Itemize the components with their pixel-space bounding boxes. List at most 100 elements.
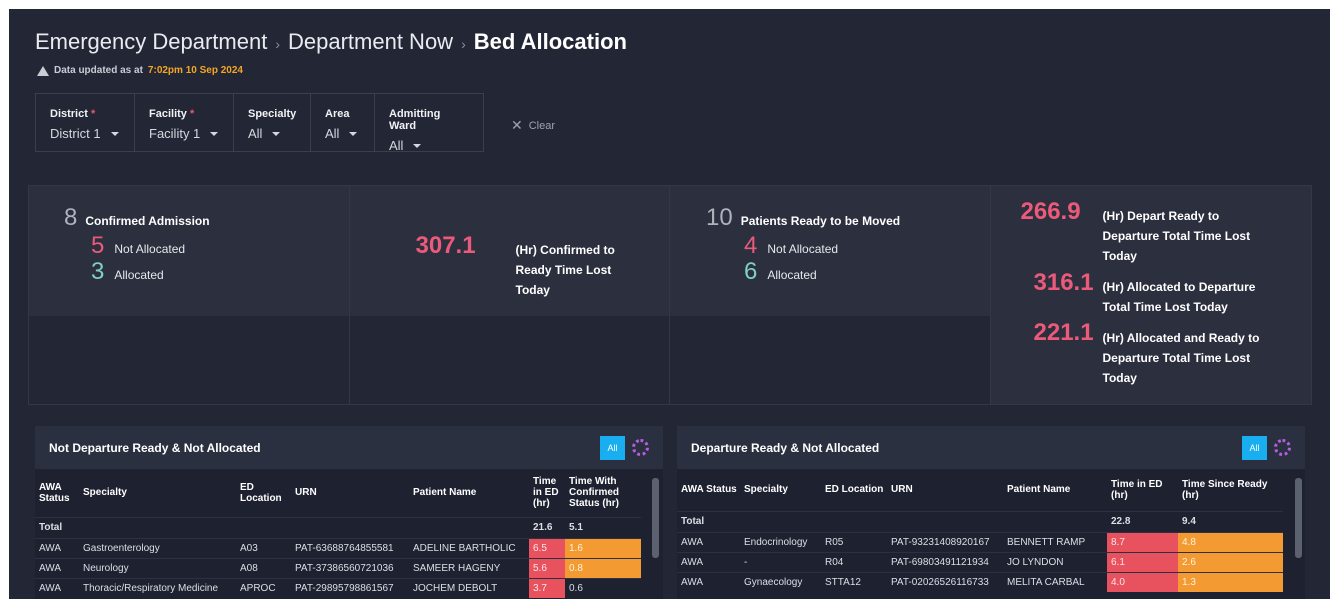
col-ed-location[interactable]: ED Location [821,469,887,511]
facility-filter[interactable]: Facility * Facility 1 [135,94,234,151]
col-urn[interactable]: URN [887,469,1003,511]
filter-label: Specialty [248,108,297,120]
cell-location: A03 [240,542,258,554]
all-button[interactable]: All [600,435,625,460]
cell-urn: PAT-63688764855581 [295,542,394,554]
filter-label: Area [325,108,350,120]
cell-time-confirmed: 1.6 [565,538,641,558]
breadcrumb-dept-now[interactable]: Department Now [288,29,453,55]
col-ed-location[interactable]: ED Location [236,469,291,517]
col-patient-name[interactable]: Patient Name [409,469,529,517]
cell-specialty: Endocrinology [744,536,808,548]
breadcrumb-ed[interactable]: Emergency Department [35,29,267,55]
cell-time-since-ready: 1.3 [1178,572,1283,592]
chevron-down-icon [210,131,219,136]
col-time-in-ed[interactable]: Time in ED (hr) [529,469,565,517]
chevron-down-icon [349,131,358,136]
left-table: AWA Status Specialty ED Location URN Pat… [35,469,641,598]
cell-specialty: Gynaecology [744,576,803,588]
ready-to-move-label: Patients Ready to be Moved [740,214,901,228]
filter-value: All [389,138,404,153]
cell-time-confirmed: 0.6 [569,582,583,594]
specialty-filter[interactable]: Specialty All [234,94,311,151]
refresh-icon[interactable] [1274,439,1291,456]
col-awa-status[interactable]: AWA Status [677,469,740,511]
total-time-since-ready: 9.4 [1182,516,1196,527]
cell-patient-name: MELITA CARBAL [1007,576,1085,588]
cell-time-confirmed: 0.8 [565,558,641,578]
cell-location: STTA12 [825,576,861,588]
table-row[interactable]: AWA Gastroenterology A03 PAT-63688764855… [35,538,641,558]
ready-to-move-card: 10 Patients Ready to be Moved 4 Not Allo… [670,186,991,404]
cell-specialty: - [744,556,748,568]
admitting-ward-filter[interactable]: Admitting Ward All [375,94,483,153]
total-label: Total [681,516,705,527]
cell-location: R04 [825,556,844,568]
table-header: AWA Status Specialty ED Location URN Pat… [677,469,1283,511]
col-specialty[interactable]: Specialty [79,469,236,517]
allocated-count: 3 [91,258,105,285]
col-time-since-ready[interactable]: Time Since Ready (hr) [1178,469,1283,511]
clear-label: Clear [528,119,556,132]
confirmed-admission-count: 8 [64,204,78,231]
warning-icon [37,65,49,76]
right-table: AWA Status Specialty ED Location URN Pat… [677,469,1283,592]
table-row[interactable]: AWA Endocrinology R05 PAT-93231408920167… [677,532,1283,552]
scrollbar[interactable] [1295,478,1302,558]
allocated-ready-lost-label: (Hr) Allocated and Ready to Departure To… [1102,331,1260,385]
cell-location: A08 [240,562,258,574]
confirmed-time-lost-card: 307.1 (Hr) Confirmed to Ready Time Lost … [349,186,670,404]
total-row: Total 21.6 5.1 [35,517,641,538]
cell-time-ed: 3.7 [529,578,565,598]
cell-specialty: Neurology [83,562,129,574]
cell-status: AWA [39,542,62,554]
filter-value: All [248,126,263,141]
table-row[interactable]: AWA Thoracic/Respiratory Medicine APROC … [35,578,641,598]
cell-specialty: Thoracic/Respiratory Medicine [83,582,219,594]
departure-ready-panel: Departure Ready & Not Allocated All AWA … [677,426,1305,599]
scrollbar[interactable] [652,478,659,558]
table-row[interactable]: AWA Gynaecology STTA12 PAT-0202652611673… [677,572,1283,592]
col-specialty[interactable]: Specialty [740,469,821,511]
col-urn[interactable]: URN [291,469,409,517]
updated-time: 7:02pm 10 Sep 2024 [147,65,243,76]
cell-patient-name: JO LYNDON [1007,556,1064,568]
cell-status: AWA [681,556,704,568]
kpi-cards: 8 Confirmed Admission 5 Not Allocated 3 … [28,185,1312,405]
total-time-lost-card: 266.9 (Hr) Depart Ready to Departure Tot… [990,186,1311,404]
allocated-departure-lost-value: 316.1 [1033,269,1094,296]
col-patient-name[interactable]: Patient Name [1003,469,1107,511]
district-filter[interactable]: District * District 1 [36,94,135,151]
area-filter[interactable]: Area All [311,94,375,151]
col-awa-status[interactable]: AWA Status [35,469,79,517]
depart-ready-lost-value: 266.9 [1020,198,1081,225]
all-button[interactable]: All [1242,435,1267,460]
allocated-label: Allocated [114,268,164,282]
cell-location: APROC [240,582,276,594]
table-row[interactable]: AWA - R04 PAT-69803491121934 JO LYNDON 6… [677,552,1283,572]
cell-location: R05 [825,536,844,548]
cell-patient-name: BENNETT RAMP [1007,536,1086,548]
filter-label: District [50,108,88,120]
refresh-icon[interactable] [632,439,649,456]
cell-time-since-ready: 2.6 [1178,552,1283,572]
col-time-in-ed[interactable]: Time in ED (hr) [1107,469,1178,511]
col-time-confirmed[interactable]: Time With Confirmed Status (hr) [565,469,641,517]
total-row: Total 22.8 9.4 [677,511,1283,532]
cell-patient-name: ADELINE BARTHOLIC [413,542,516,554]
page-title: Bed Allocation [473,29,627,54]
ready-allocated-label: Allocated [767,268,817,282]
cell-status: AWA [39,562,62,574]
cell-time-ed: 4.0 [1107,572,1178,592]
filter-label: Facility [149,108,187,120]
cell-patient-name: SAMEER HAGENY [413,562,501,574]
panel-title: Not Departure Ready & Not Allocated [49,440,261,455]
total-label: Total [39,522,63,533]
chevron-down-icon [110,131,119,136]
clear-filters-button[interactable]: ✕ Clear [511,117,555,134]
table-row[interactable]: AWA Neurology A08 PAT-37386560721036 SAM… [35,558,641,578]
depart-ready-lost-label: (Hr) Depart Ready to Departure Total Tim… [1102,209,1251,263]
updated-prefix: Data updated as at [54,65,143,76]
ready-not-allocated-count: 4 [744,232,758,259]
confirmed-time-lost-label: (Hr) Confirmed to Ready Time Lost Today [515,243,615,297]
